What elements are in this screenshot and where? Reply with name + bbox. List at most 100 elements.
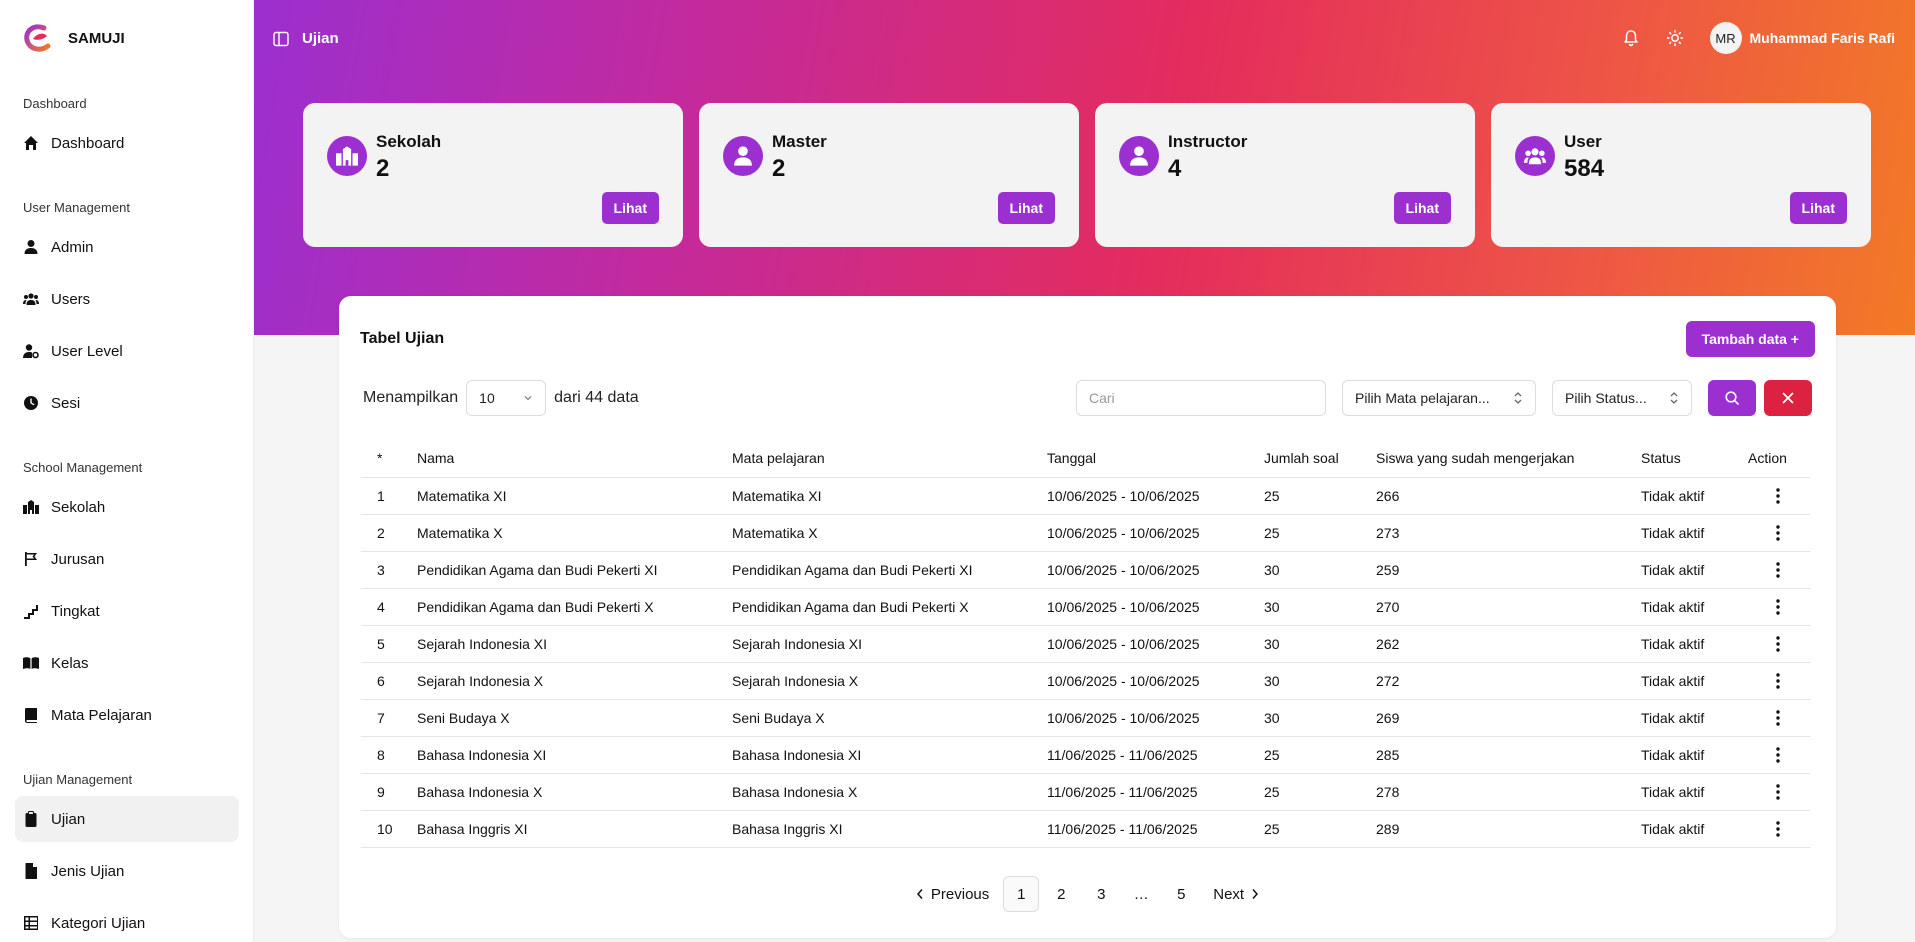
previous-page-button[interactable]: Previous [905, 876, 999, 912]
status: Tidak aktif [1641, 551, 1748, 589]
row-number: 2 [361, 514, 417, 552]
sidebar-item-user-level[interactable]: User Level [15, 328, 239, 374]
page-button-5[interactable]: 5 [1163, 876, 1199, 912]
sidebar-item-label: Sekolah [51, 498, 106, 516]
subject-name: Sejarah Indonesia XI [732, 625, 1047, 663]
stat-card-instructor: Instructor 4 Lihat [1095, 103, 1475, 247]
status: Tidak aktif [1641, 662, 1748, 700]
more-vertical-icon[interactable] [1768, 745, 1788, 765]
more-vertical-icon[interactable] [1768, 819, 1788, 839]
more-vertical-icon[interactable] [1768, 597, 1788, 617]
more-vertical-icon[interactable] [1768, 486, 1788, 506]
sidebar-item-label: Tingkat [51, 602, 100, 620]
action-cell [1748, 625, 1810, 663]
user-icon [723, 136, 763, 176]
question-count: 25 [1264, 773, 1376, 811]
sidebar-item-kelas[interactable]: Kelas [15, 640, 239, 686]
students-done: 289 [1376, 810, 1641, 848]
page-size-select[interactable]: 10 [466, 380, 547, 416]
lihat-sekolah-button[interactable]: Lihat [601, 192, 659, 224]
page-button-2[interactable]: 2 [1043, 876, 1079, 912]
sidebar-item-kategori-ujian[interactable]: Kategori Ujian [15, 900, 239, 942]
sidebar-item-dashboard[interactable]: Dashboard [15, 120, 239, 166]
question-count: 25 [1264, 477, 1376, 515]
sidebar-item-ujian[interactable]: Ujian [15, 796, 239, 842]
search-input[interactable] [1076, 380, 1326, 416]
table-row: 3 Pendidikan Agama dan Budi Pekerti XI Pen… [361, 551, 1810, 589]
sidebar-item-sekolah[interactable]: Sekolah [15, 484, 239, 530]
page-button-3[interactable]: 3 [1083, 876, 1119, 912]
stat-value: 2 [376, 155, 390, 182]
row-number: 8 [361, 736, 417, 774]
sidebar-item-users[interactable]: Users [15, 276, 239, 322]
row-number: 3 [361, 551, 417, 589]
more-vertical-icon[interactable] [1768, 671, 1788, 691]
ujian-table: * Nama Mata pelajaran Tanggal Jumlah soa… [361, 439, 1810, 848]
school-icon [23, 499, 39, 515]
exam-name: Pendidikan Agama dan Budi Pekerti XI [417, 551, 732, 589]
add-data-button[interactable]: Tambah data + [1685, 321, 1815, 357]
students-done: 272 [1376, 662, 1641, 700]
exam-name: Matematika X [417, 514, 732, 552]
students-done: 285 [1376, 736, 1641, 774]
flag-icon [23, 551, 39, 567]
exam-name: Matematika XI [417, 477, 732, 515]
status-filter-select[interactable]: Pilih Status... [1552, 380, 1692, 416]
status: Tidak aktif [1641, 514, 1748, 552]
status: Tidak aktif [1641, 477, 1748, 515]
subject-name: Bahasa Indonesia X [732, 773, 1047, 811]
lihat-user-button[interactable]: Lihat [1789, 192, 1847, 224]
sun-icon[interactable] [1666, 29, 1684, 47]
question-count: 30 [1264, 588, 1376, 626]
more-vertical-icon[interactable] [1768, 708, 1788, 728]
subject-filter-value: Pilih Mata pelajaran... [1355, 390, 1490, 406]
table-row: 5 Sejarah Indonesia XI Sejarah Indonesia X… [361, 625, 1810, 663]
sidebar-item-admin[interactable]: Admin [15, 224, 239, 270]
header-actions: MR Muhammad Faris Rafi [1622, 22, 1895, 54]
lihat-master-button[interactable]: Lihat [997, 192, 1055, 224]
sidebar-item-tingkat[interactable]: Tingkat [15, 588, 239, 634]
stat-card-master: Master 2 Lihat [699, 103, 1079, 247]
subject-filter-select[interactable]: Pilih Mata pelajaran... [1342, 380, 1536, 416]
section-title-user-management: User Management [23, 200, 130, 215]
page-button-1[interactable]: 1 [1003, 876, 1040, 912]
more-vertical-icon[interactable] [1768, 523, 1788, 543]
date-range: 10/06/2025 - 10/06/2025 [1047, 662, 1264, 700]
panel-title: Tabel Ujian [360, 330, 445, 347]
user-cog-icon [23, 343, 39, 359]
date-range: 10/06/2025 - 10/06/2025 [1047, 551, 1264, 589]
sidebar-item-jurusan[interactable]: Jurusan [15, 536, 239, 582]
samuji-logo-icon [24, 24, 51, 52]
sidebar-item-label: Dashboard [51, 134, 125, 152]
users-icon [1515, 136, 1555, 176]
subject-name: Matematika X [732, 514, 1047, 552]
sidebar-toggle-icon[interactable] [273, 31, 289, 47]
more-vertical-icon[interactable] [1768, 634, 1788, 654]
exam-name: Sejarah Indonesia XI [417, 625, 732, 663]
date-range: 11/06/2025 - 11/06/2025 [1047, 736, 1264, 774]
bell-icon[interactable] [1622, 29, 1640, 47]
more-vertical-icon[interactable] [1768, 782, 1788, 802]
page-ellipsis: … [1133, 885, 1149, 903]
row-number: 1 [361, 477, 417, 515]
sidebar-item-sesi[interactable]: Sesi [15, 380, 239, 426]
column-header: Status [1641, 439, 1748, 478]
stat-value: 2 [772, 155, 786, 182]
grid-icon [23, 915, 39, 931]
lihat-instructor-button[interactable]: Lihat [1393, 192, 1451, 224]
clear-filter-button[interactable] [1764, 380, 1812, 416]
status: Tidak aktif [1641, 810, 1748, 848]
more-vertical-icon[interactable] [1768, 560, 1788, 580]
sidebar-item-jenis-ujian[interactable]: Jenis Ujian [15, 848, 239, 894]
next-page-button[interactable]: Next [1203, 876, 1270, 912]
status: Tidak aktif [1641, 588, 1748, 626]
search-button[interactable] [1708, 380, 1756, 416]
students-done: 278 [1376, 773, 1641, 811]
brand[interactable]: SAMUJI [22, 22, 125, 54]
user-icon [23, 239, 39, 255]
user-menu[interactable]: MR Muhammad Faris Rafi [1709, 22, 1895, 54]
sidebar-item-mata-pelajaran[interactable]: Mata Pelajaran [15, 692, 239, 738]
chevron-left-icon [916, 889, 923, 899]
date-range: 10/06/2025 - 10/06/2025 [1047, 699, 1264, 737]
column-header: Action [1748, 439, 1810, 478]
